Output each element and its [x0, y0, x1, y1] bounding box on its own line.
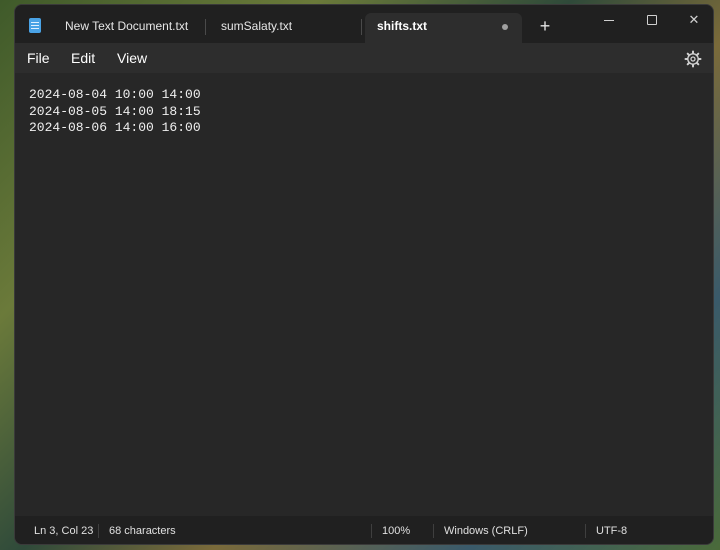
status-bar: Ln 3, Col 23 68 characters 100% Windows …: [15, 516, 713, 544]
text-editor[interactable]: 2024-08-04 10:00 14:00 2024-08-05 14:00 …: [15, 73, 713, 516]
minimize-icon: [604, 19, 614, 21]
minimize-button[interactable]: [587, 5, 631, 35]
status-separator: [433, 524, 434, 538]
plus-icon[interactable]: +: [534, 15, 556, 37]
line-ending[interactable]: Windows (CRLF): [444, 516, 528, 544]
tab-new-text-document[interactable]: New Text Document.txt: [53, 13, 203, 43]
cursor-position[interactable]: Ln 3, Col 23: [34, 516, 93, 544]
maximize-icon: [647, 15, 657, 25]
zoom-level[interactable]: 100%: [382, 516, 410, 544]
editor-line: 2024-08-05 14:00 18:15: [29, 103, 201, 119]
encoding[interactable]: UTF-8: [596, 516, 627, 544]
notepad-icon: [29, 18, 41, 33]
tab-label: New Text Document.txt: [65, 19, 189, 33]
status-separator: [98, 524, 99, 538]
menu-view[interactable]: View: [117, 43, 147, 73]
tab-shifts[interactable]: shifts.txt: [365, 13, 522, 43]
unsaved-dot-icon[interactable]: [502, 24, 508, 30]
menu-file[interactable]: File: [27, 43, 50, 73]
tab-label: sumSalaty.txt: [221, 19, 293, 33]
close-button[interactable]: ✕: [672, 5, 713, 35]
gear-icon[interactable]: [683, 49, 703, 69]
menu-edit[interactable]: Edit: [71, 43, 95, 73]
title-bar[interactable]: New Text Document.txt sumSalaty.txt shif…: [15, 5, 713, 43]
status-separator: [585, 524, 586, 538]
maximize-button[interactable]: [630, 5, 674, 35]
editor-line: 2024-08-06 14:00 16:00: [29, 120, 201, 135]
menu-bar: File Edit View: [15, 43, 713, 73]
character-count: 68 characters: [109, 525, 176, 537]
tab-label: shifts.txt: [377, 19, 428, 33]
editor-line: 2024-08-04 10:00 14:00: [29, 87, 201, 102]
close-icon: ✕: [688, 12, 700, 27]
tab-separator: [205, 19, 206, 35]
tab-sumsalaty[interactable]: sumSalaty.txt: [209, 13, 359, 43]
notepad-window: New Text Document.txt sumSalaty.txt shif…: [14, 4, 714, 545]
tab-separator: [361, 19, 362, 35]
status-separator: [371, 524, 372, 538]
